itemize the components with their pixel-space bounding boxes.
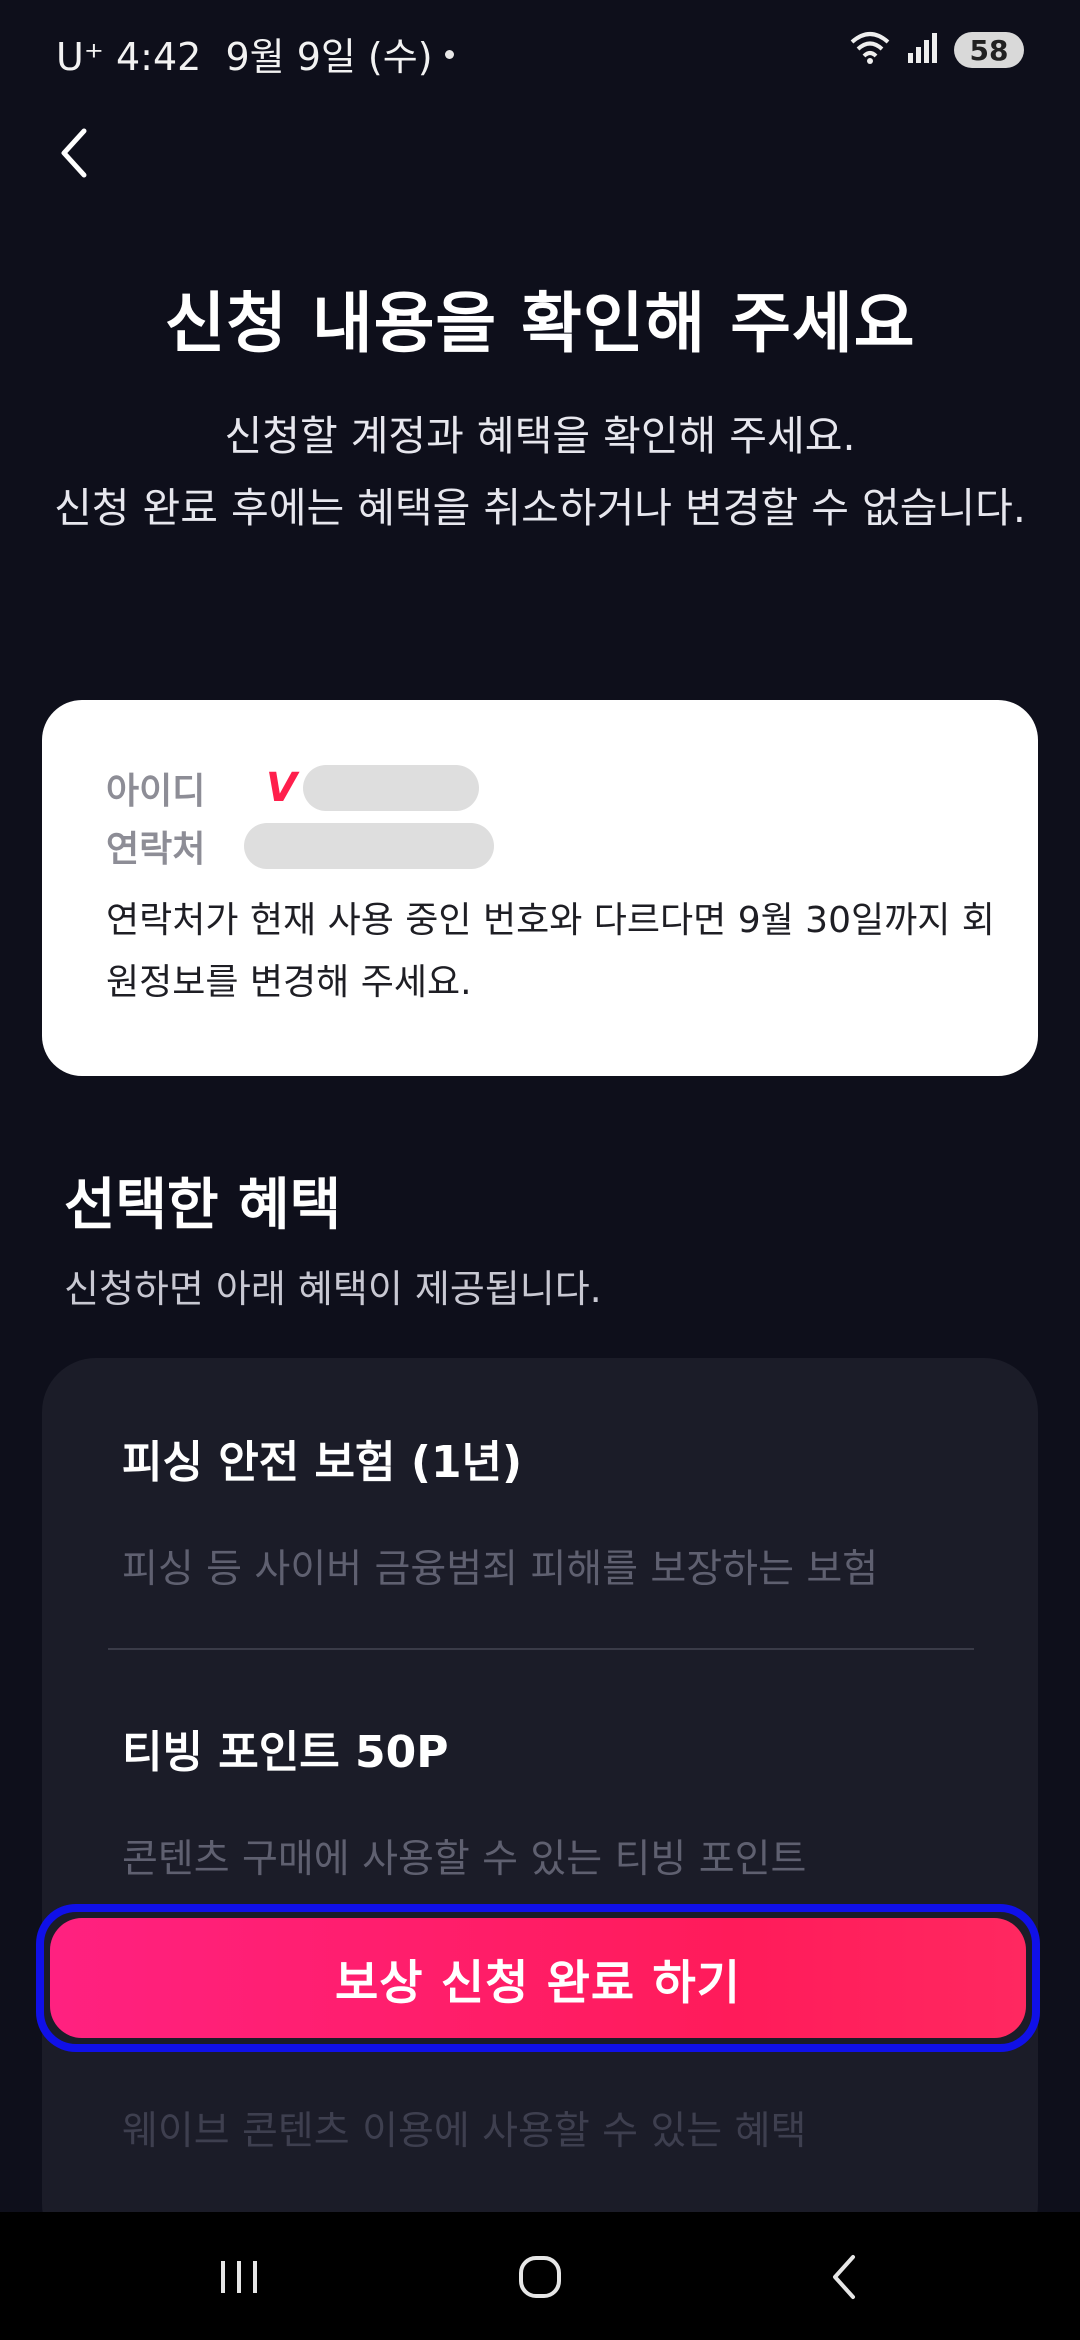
benefit-item: 피싱 안전 보험 (1년) 피싱 등 사이버 금융범죄 피해를 보장하는 보험 (122, 1426, 982, 1594)
masked-phone (244, 823, 494, 869)
benefit-description: 콘텐츠 구매에 사용할 수 있는 티빙 포인트 (122, 1837, 807, 1882)
status-icons: 58 (848, 30, 1024, 70)
battery-icon: 58 (954, 32, 1024, 68)
carrier-label: U⁺ (56, 35, 104, 79)
page-title: 신청 내용을 확인해 주세요 (164, 285, 916, 362)
back-icon (833, 2255, 855, 2299)
contact-notice: 연락처가 현재 사용 중인 번호와 다르다면 9월 30일까지 회원정보를 변경… (106, 900, 995, 1003)
recent-apps-icon (221, 2261, 257, 2293)
benefit-item: 티빙 포인트 50P 콘텐츠 구매에 사용할 수 있는 티빙 포인트 (122, 1716, 982, 1884)
chevron-left-icon (61, 128, 87, 178)
section-title: 선택한 혜택 (64, 1173, 342, 1238)
benefit-description-faded: 웨이브 콘텐츠 이용에 사용할 수 있는 혜택 (122, 2109, 807, 2154)
home-icon (519, 2256, 561, 2298)
date: 9월 9일 (수) (225, 35, 433, 79)
recent-apps-button[interactable] (200, 2242, 280, 2312)
home-button[interactable] (500, 2242, 580, 2312)
account-card: 아이디 V 연락처 연락처가 현재 사용 중인 번호와 다르다면 9월 30일까… (42, 700, 1038, 1076)
status-time-date: U⁺ 4:42 9월 9일 (수) (56, 26, 433, 81)
signal-icon (906, 31, 940, 69)
clock: 4:42 (115, 35, 202, 79)
subtitle-line-1: 신청할 계정과 혜택을 확인해 주세요. (224, 412, 856, 460)
status-bar: U⁺ 4:42 9월 9일 (수) 58 (0, 0, 1080, 100)
account-id-row: 아이디 V (106, 762, 479, 814)
masked-id (302, 765, 479, 811)
phone-label: 연락처 (106, 829, 206, 870)
system-nav-bar (0, 2212, 1080, 2340)
tving-logo-icon: V (266, 765, 297, 811)
id-label: 아이디 (106, 771, 206, 812)
wifi-icon (848, 30, 892, 70)
back-button[interactable] (44, 118, 104, 188)
account-phone-row: 연락처 (106, 820, 494, 872)
notification-dot-icon (445, 50, 454, 59)
benefit-description: 피싱 등 사이버 금융범죄 피해를 보장하는 보험 (122, 1547, 879, 1592)
divider (108, 1648, 974, 1650)
subtitle-line-2: 신청 완료 후에는 혜택을 취소하거나 변경할 수 없습니다. (54, 484, 1026, 532)
system-back-button[interactable] (805, 2242, 885, 2312)
submit-claim-button[interactable]: 보상 신청 완료 하기 (50, 1918, 1026, 2038)
cta-focus-ring: 보상 신청 완료 하기 (36, 1904, 1040, 2052)
section-subtitle: 신청하면 아래 혜택이 제공됩니다. (64, 1267, 602, 1311)
page-subtitle: 신청할 계정과 혜택을 확인해 주세요. 신청 완료 후에는 혜택을 취소하거나… (50, 400, 1030, 544)
benefit-name: 티빙 포인트 50P (122, 1727, 449, 1778)
benefit-name: 피싱 안전 보험 (1년) (122, 1437, 523, 1488)
